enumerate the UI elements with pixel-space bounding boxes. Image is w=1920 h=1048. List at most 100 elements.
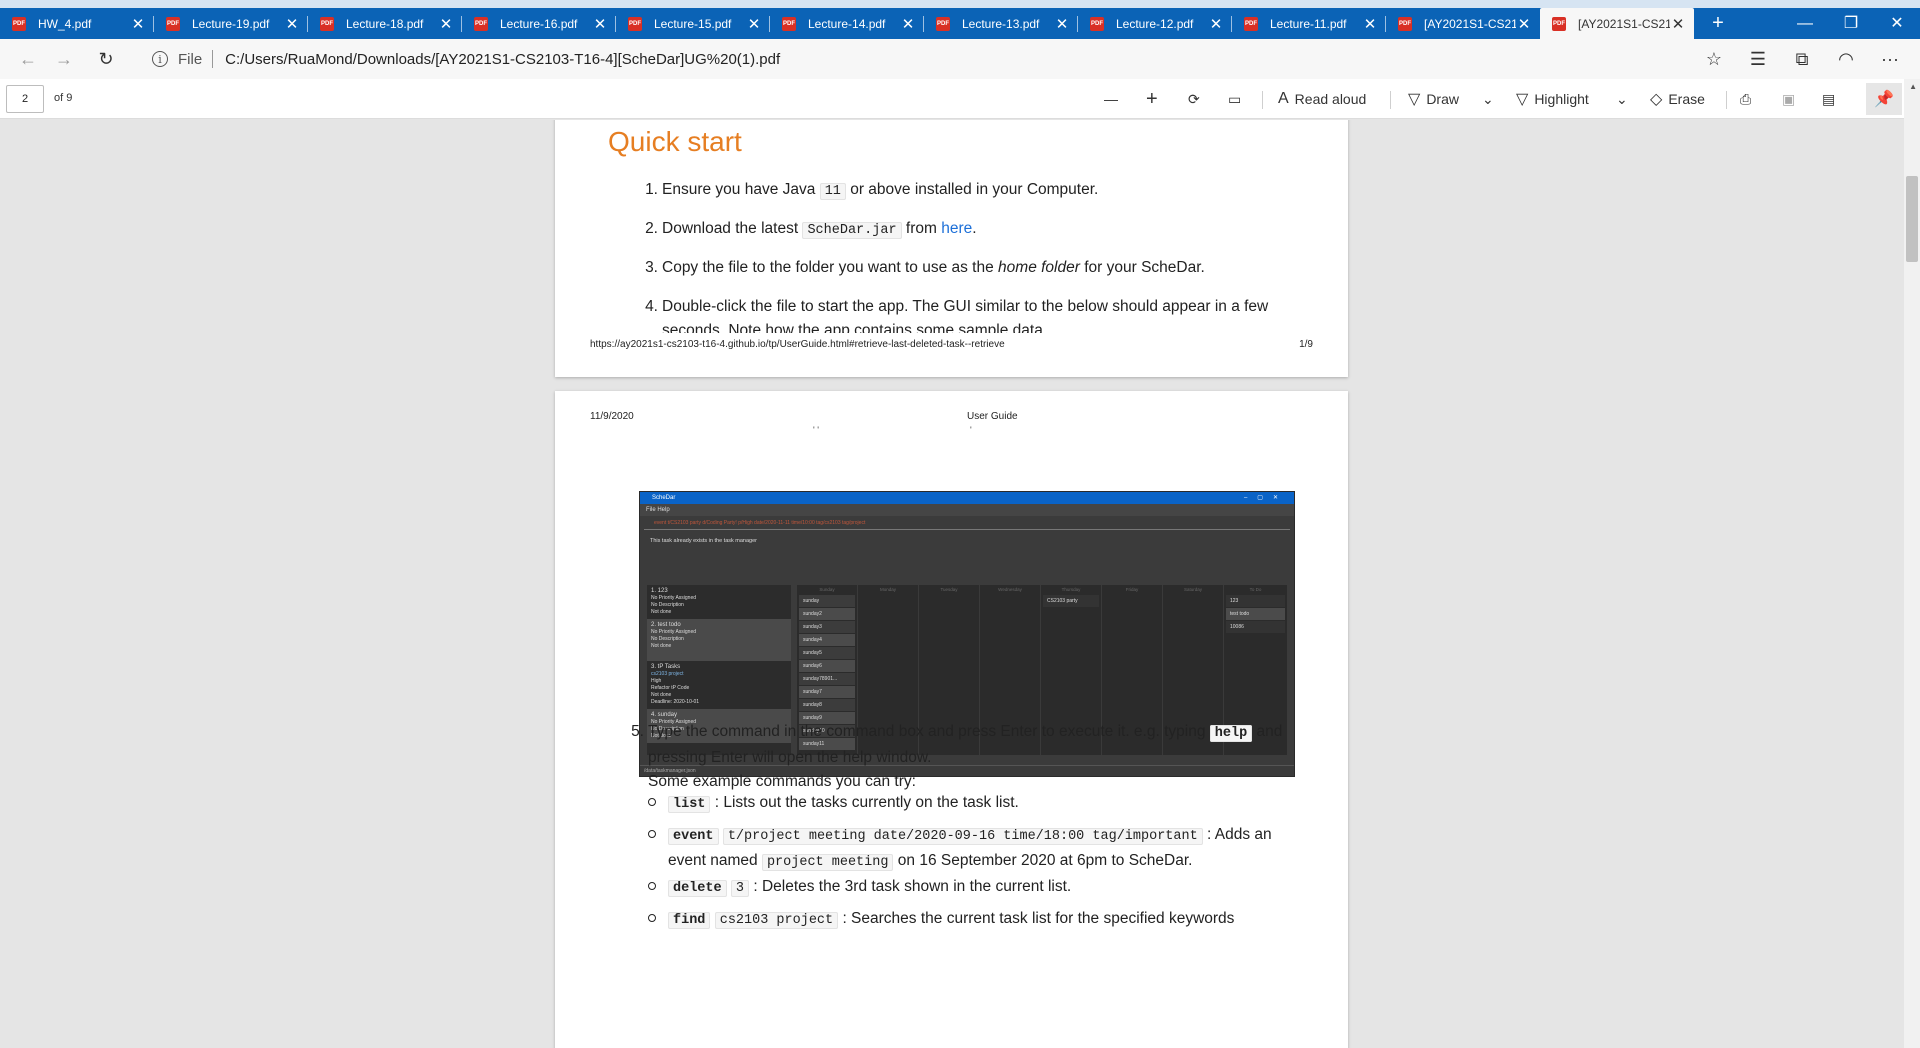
tab[interactable]: PDF Lecture-19.pdf ✕ xyxy=(154,8,308,39)
url-text[interactable]: C:/Users/RuaMond/Downloads/[AY2021S1-CS2… xyxy=(225,51,780,68)
calendar-item: sunday xyxy=(799,595,855,607)
tab-strip-top xyxy=(0,0,1920,8)
tab[interactable]: PDF Lecture-12.pdf ✕ xyxy=(1078,8,1232,39)
bullet-text: on 16 September 2020 at 6pm to ScheDar. xyxy=(893,852,1193,869)
pdf-icon: PDF xyxy=(166,16,180,31)
toolbar-divider xyxy=(1726,91,1727,109)
close-tab-icon[interactable]: ✕ xyxy=(1516,15,1532,33)
restore-icon[interactable]: ❐ xyxy=(1828,8,1874,39)
step-text: Double-click the file to start the app. … xyxy=(662,298,1269,315)
calendar-day-header: Thursday xyxy=(1061,587,1081,592)
draw-button[interactable]: ▽ Draw xyxy=(1408,79,1459,119)
tab-list: PDF HW_4.pdf ✕ PDF Lecture-19.pdf ✕ PDF Lectu… xyxy=(0,8,1694,39)
calendar-item: sunday4 xyxy=(799,634,855,646)
tab[interactable]: PDF Lecture-14.pdf ✕ xyxy=(770,8,924,39)
page-number-input[interactable]: 2 xyxy=(6,85,44,113)
step-text: Copy the file to the folder you want to … xyxy=(662,259,999,276)
pdf-icon: PDF xyxy=(1090,16,1104,31)
screenshot-task-card: 1. 123 No Priority Assigned No Descripti… xyxy=(647,585,791,619)
refresh-icon[interactable]: ↻ xyxy=(88,43,124,75)
highlight-button[interactable]: ▽ Highlight xyxy=(1516,79,1589,119)
highlight-options-chevron-icon[interactable]: ⌄ xyxy=(1616,79,1628,119)
scrollbar-thumb[interactable] xyxy=(1906,176,1918,262)
step-number: 5. xyxy=(631,723,644,740)
tab[interactable]: PDF Lecture-16.pdf ✕ xyxy=(462,8,616,39)
collections-icon[interactable]: ⧉ xyxy=(1780,49,1824,70)
calendar-item: sunday5 xyxy=(799,647,855,659)
close-tab-icon[interactable]: ✕ xyxy=(1670,15,1686,33)
tab[interactable]: PDF [AY2021S1-CS21 ✕ xyxy=(1386,8,1540,39)
tab[interactable]: PDF HW_4.pdf ✕ xyxy=(0,8,154,39)
eraser-icon: ◇ xyxy=(1650,91,1663,108)
tab-title: Lecture-16.pdf xyxy=(500,16,578,31)
close-tab-icon[interactable]: ✕ xyxy=(592,15,608,33)
save-as-icon[interactable]: ▤ xyxy=(1822,79,1835,119)
calendar-item: CS2103 party xyxy=(1043,595,1099,607)
pin-toolbar-icon[interactable]: 📌 xyxy=(1866,83,1902,115)
page-footer-number: 1/9 xyxy=(1299,339,1313,350)
task-title: 2. test todo xyxy=(651,622,681,628)
close-window-icon[interactable]: ✕ xyxy=(1874,8,1920,39)
zoom-in-icon[interactable]: + xyxy=(1146,79,1158,119)
favorite-star-icon[interactable]: ☆ xyxy=(1692,49,1736,70)
fit-page-icon[interactable]: ▭ xyxy=(1228,79,1241,119)
scroll-up-icon[interactable]: ▲ xyxy=(1909,82,1917,91)
task-title: 1. 123 xyxy=(651,588,668,594)
command-example: delete 3 : Deletes the 3rd task shown in… xyxy=(648,875,1308,901)
minimize-icon[interactable]: — xyxy=(1782,8,1828,39)
close-tab-icon[interactable]: ✕ xyxy=(438,15,454,33)
calendar-day-header: Sunday xyxy=(819,587,835,592)
url-field[interactable]: i File C:/Users/RuaMond/Downloads/[AY202… xyxy=(152,39,780,79)
close-tab-icon[interactable]: ✕ xyxy=(900,15,916,33)
close-tab-icon[interactable]: ✕ xyxy=(130,15,146,33)
calendar-day-header: To Do xyxy=(1249,587,1262,592)
tab[interactable]: PDF Lecture-18.pdf ✕ xyxy=(308,8,462,39)
print-icon[interactable]: ⎙ xyxy=(1740,79,1751,119)
tab-title: Lecture-13.pdf xyxy=(962,16,1040,31)
close-tab-icon[interactable]: ✕ xyxy=(1054,15,1070,33)
tab[interactable]: PDF Lecture-13.pdf ✕ xyxy=(924,8,1078,39)
task-line: No Priority Assigned xyxy=(651,595,697,601)
back-icon[interactable]: ← xyxy=(10,43,46,75)
step-item: 3. Copy the file to the folder you want … xyxy=(638,256,1298,280)
tab[interactable]: PDF Lecture-15.pdf ✕ xyxy=(616,8,770,39)
step-text: Ensure you have Java xyxy=(662,181,820,198)
task-line: No Priority Assigned xyxy=(651,629,697,635)
step-text: Download the latest xyxy=(662,220,803,237)
pdf-icon: PDF xyxy=(320,16,334,31)
screenshot-task-card: 2. test todo No Priority Assigned No Des… xyxy=(647,619,791,661)
close-tab-icon[interactable]: ✕ xyxy=(284,15,300,33)
rotate-icon[interactable]: ⟳ xyxy=(1188,79,1200,119)
command-example: list : Lists out the tasks currently on … xyxy=(648,791,1308,817)
url-divider xyxy=(212,50,214,68)
info-icon[interactable]: i xyxy=(152,51,168,67)
zoom-out-icon[interactable]: — xyxy=(1104,79,1118,119)
profile-icon[interactable]: ◠ xyxy=(1824,49,1868,70)
step-text: or above installed in your Computer. xyxy=(845,181,1099,198)
download-link[interactable]: here xyxy=(941,220,972,237)
step-item: 1. Ensure you have Java 11 or above inst… xyxy=(638,178,1298,204)
calendar-day-header: Saturday xyxy=(1183,587,1202,592)
new-tab-button[interactable]: + xyxy=(1705,8,1731,39)
inline-code: help xyxy=(1209,725,1253,742)
read-aloud-button[interactable]: A Read aloud xyxy=(1278,79,1366,119)
save-icon[interactable]: ▣ xyxy=(1782,79,1795,119)
favorites-list-icon[interactable]: ☰ xyxy=(1736,49,1780,70)
step-item: 2. Download the latest ScheDar.jar from … xyxy=(638,217,1298,243)
tab[interactable]: PDF Lecture-11.pdf ✕ xyxy=(1232,8,1386,39)
task-title: 4. sunday xyxy=(651,712,678,718)
task-line: No Description xyxy=(651,636,684,642)
close-tab-icon[interactable]: ✕ xyxy=(1208,15,1224,33)
step-text: from xyxy=(901,220,942,237)
tab-title: Lecture-18.pdf xyxy=(346,16,424,31)
close-tab-icon[interactable]: ✕ xyxy=(1362,15,1378,33)
erase-button[interactable]: ◇ Erase xyxy=(1650,79,1705,119)
step-number: 1. xyxy=(645,181,658,198)
tab-active[interactable]: PDF [AY2021S1-CS21 ✕ xyxy=(1540,8,1694,39)
close-tab-icon[interactable]: ✕ xyxy=(746,15,762,33)
tab-title: HW_4.pdf xyxy=(38,16,92,31)
step-number: 2. xyxy=(645,220,658,237)
draw-options-chevron-icon[interactable]: ⌄ xyxy=(1482,79,1494,119)
forward-icon[interactable]: → xyxy=(46,43,82,75)
more-menu-icon[interactable]: ··· xyxy=(1868,49,1912,70)
